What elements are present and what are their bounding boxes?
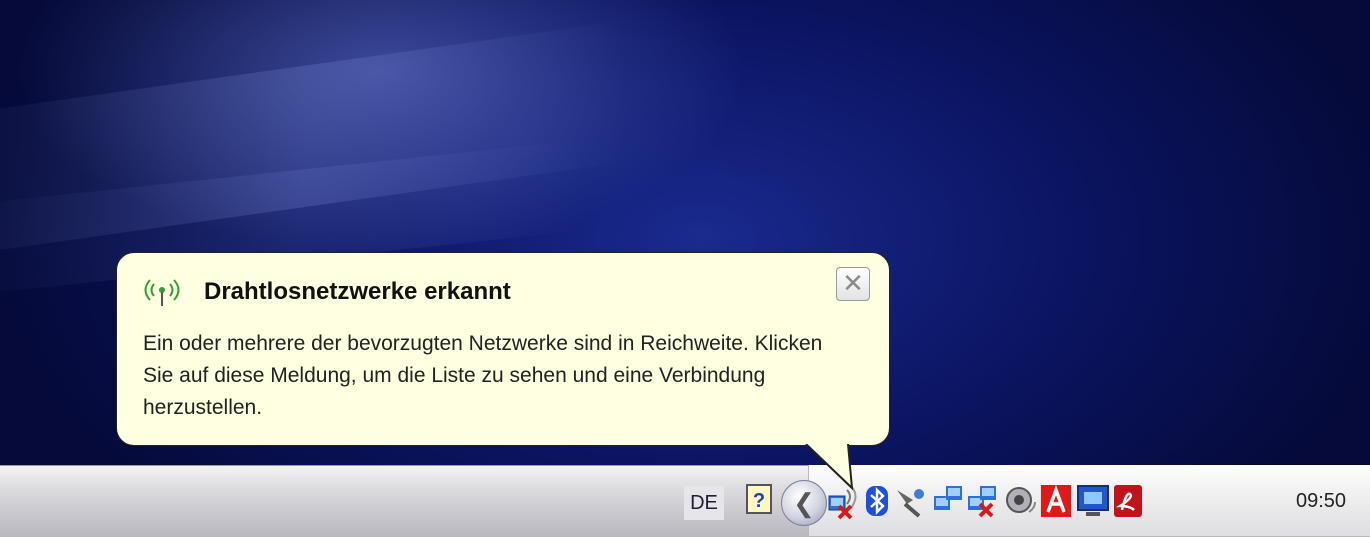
display-icon[interactable] [1076, 482, 1110, 520]
taskbar-clock[interactable]: 09:50 [1296, 490, 1356, 513]
close-button[interactable]: ✕ [836, 267, 870, 301]
balloon-message[interactable]: Ein oder mehrere der bevorzugten Netzwer… [143, 328, 843, 424]
antivirus-icon[interactable] [1039, 482, 1073, 520]
satellite-icon[interactable] [893, 482, 927, 520]
acrobat-icon[interactable] [1112, 482, 1146, 520]
language-indicator[interactable]: DE [684, 486, 724, 520]
network-disconnected-icon[interactable] [966, 482, 1000, 520]
bluetooth-icon[interactable] [860, 482, 894, 520]
help-icon[interactable]: ? [746, 484, 772, 514]
wireless-antenna-icon [144, 279, 180, 306]
balloon-title[interactable]: Drahtlosnetzwerke erkannt [204, 278, 511, 306]
volume-icon[interactable] [1003, 482, 1037, 520]
network-connected-icon[interactable] [932, 482, 966, 520]
balloon-tail [805, 444, 854, 491]
